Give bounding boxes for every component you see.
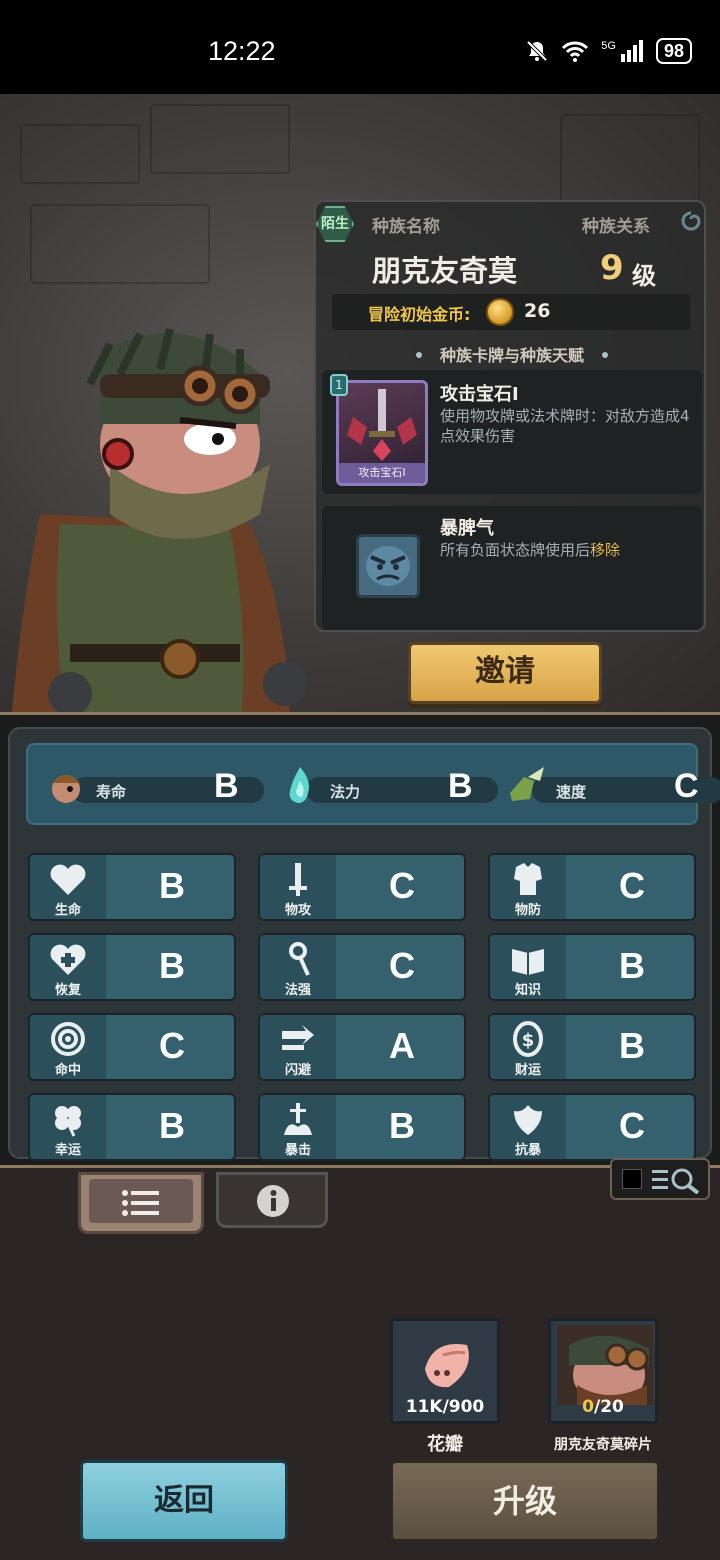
petal-icon: [425, 1344, 469, 1388]
search-filter-button[interactable]: [610, 1158, 710, 1200]
swirl-icon: [681, 211, 701, 231]
stats-frame: 寿命 B 法力 B 速度 C 生命 B 物攻 C 物防 C 恢复 B 法强 C …: [0, 712, 720, 1168]
svg-text:$: $: [522, 1030, 535, 1051]
race-relation-label: 种族关系: [582, 217, 650, 237]
character-fragment-icon: [557, 1325, 653, 1405]
starting-gold-label: 冒险初始金币:: [368, 305, 471, 324]
race-name-label: 种族名称: [372, 217, 440, 237]
petal-count: 11K/900: [405, 1397, 485, 1417]
tab-stats-list[interactable]: [78, 1172, 204, 1234]
talent-title: 暴脾气: [440, 518, 494, 539]
wall-brick: [150, 104, 290, 174]
fragment-count: 0/20: [582, 1397, 624, 1417]
wall-brick: [20, 124, 140, 184]
bullet-icon: [415, 352, 422, 358]
stat-magic-power[interactable]: 法强 C: [258, 933, 466, 1001]
wifi-icon: [562, 41, 589, 62]
stat-physical-defense[interactable]: 物防 C: [488, 853, 696, 921]
winged-boot-icon: [510, 767, 544, 801]
status-icons: 5G 98: [525, 38, 692, 64]
blue-flame-icon: [289, 767, 309, 803]
acorn-icon: [52, 775, 80, 803]
stat-speed[interactable]: 速度 C: [504, 767, 720, 805]
stat-knowledge[interactable]: 知识 B: [488, 933, 696, 1001]
race-info-panel: 陌生 种族名称 种族关系 朋克友奇莫 9 级 冒险初始金币: 26 种族卡牌与种…: [314, 200, 706, 632]
stat-crit-resist[interactable]: 抗暴 C: [488, 1093, 696, 1161]
clock: 12:22: [208, 36, 276, 66]
invite-button[interactable]: 邀请: [408, 642, 602, 704]
armor-icon: [514, 863, 542, 895]
crit-icon: [284, 1103, 312, 1135]
wall-brick: [560, 114, 700, 204]
stat-physical-attack[interactable]: 物攻 C: [258, 853, 466, 921]
search-list-icon: [652, 1168, 700, 1194]
book-icon: [512, 949, 544, 975]
stat-evasion[interactable]: 闪避 A: [258, 1013, 466, 1081]
fragment-label: 朋克友奇莫碎片: [554, 1437, 652, 1453]
stats-panel: 寿命 B 法力 B 速度 C 生命 B 物攻 C 物防 C 恢复 B 法强 C …: [8, 727, 720, 1161]
starting-gold-value: 26: [524, 300, 551, 322]
race-card-row[interactable]: 攻击宝石I 1 攻击宝石I 使用物攻牌或法术牌时：对敌方造成4点效果伤害: [322, 370, 702, 494]
dash-icon: [282, 1025, 314, 1050]
stat-critical[interactable]: 暴击 B: [258, 1093, 466, 1161]
back-button[interactable]: 返回: [80, 1460, 288, 1542]
card-cost-badge: 1: [330, 374, 348, 396]
starting-gold-row: 冒险初始金币: 26: [332, 294, 690, 330]
angry-face-icon: [356, 534, 420, 598]
bullet-icon: [602, 352, 608, 358]
core-stats-bar: 寿命 B 法力 B 速度 C: [26, 743, 720, 825]
material-fragment[interactable]: 0/20: [548, 1318, 658, 1424]
info-icon: [257, 1185, 289, 1217]
wall-brick: [30, 204, 210, 284]
stat-mana[interactable]: 法力 B: [278, 767, 498, 805]
stat-fortune[interactable]: $ 财运 B: [488, 1013, 696, 1081]
upgrade-button[interactable]: 升级: [390, 1460, 660, 1542]
sword-icon: [289, 863, 307, 896]
stat-luck[interactable]: 幸运 B: [28, 1093, 236, 1161]
stat-lifespan[interactable]: 寿命 B: [44, 767, 264, 805]
clover-icon: [55, 1106, 81, 1137]
heart-icon: [50, 864, 86, 895]
signal-icon: [620, 40, 643, 62]
race-card-section-title: 种族卡牌与种族天赋: [316, 342, 708, 366]
race-name: 朋克友奇莫: [372, 254, 518, 288]
race-talent-row[interactable]: 暴脾气 所有负面状态牌使用后移除: [322, 506, 702, 630]
petal-label: 花瓣: [427, 1434, 463, 1455]
gold-coin-icon: [486, 298, 514, 326]
status-bar: 12:22 5G 98: [0, 0, 720, 94]
stat-accuracy[interactable]: 命中 C: [28, 1013, 236, 1081]
card-caption: 攻击宝石I: [339, 463, 425, 483]
card-artwork[interactable]: 攻击宝石I: [336, 380, 428, 486]
list-icon: [122, 1190, 159, 1216]
checkbox[interactable]: [622, 1169, 642, 1189]
bell-muted-icon: [526, 40, 548, 62]
shield-icon: [514, 1105, 542, 1135]
staff-icon: [289, 942, 310, 976]
battery-indicator: 98: [655, 38, 692, 64]
race-level: 9: [600, 248, 624, 288]
network-type: 5G: [601, 40, 616, 52]
talent-description: 所有负面状态牌使用后移除: [440, 541, 621, 559]
target-icon: [51, 1022, 85, 1056]
character-portrait: [11, 328, 307, 714]
stat-hp[interactable]: 生命 B: [28, 853, 236, 921]
race-level-unit: 级: [632, 262, 656, 290]
stat-regeneration[interactable]: 恢复 B: [28, 933, 236, 1001]
gem-dagger-icon: [347, 389, 417, 461]
material-petal[interactable]: 11K/900: [390, 1318, 500, 1424]
heart-plus-icon: [50, 944, 86, 975]
tab-info[interactable]: [216, 1172, 328, 1228]
card-description: 使用物攻牌或法术牌时：对敌方造成4点效果伤害: [440, 407, 690, 445]
coin-icon: $: [513, 1021, 543, 1057]
card-title: 攻击宝石I: [440, 384, 519, 405]
race-relation-badge: 陌生: [316, 206, 354, 242]
